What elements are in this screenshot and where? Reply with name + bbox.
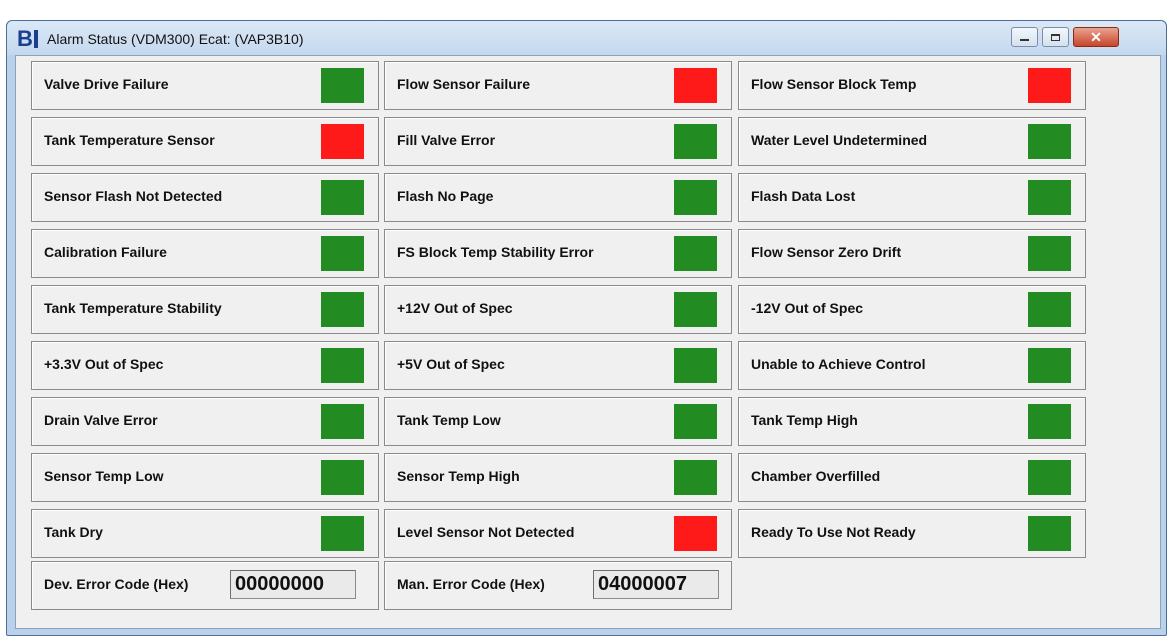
alarm-cell: Flow Sensor Zero Drift <box>738 229 1086 278</box>
alarm-status-indicator <box>321 292 364 327</box>
alarm-cell: Fill Valve Error <box>384 117 732 166</box>
alarm-cell: Unable to Achieve Control <box>738 341 1086 390</box>
alarm-cell: Tank Temperature Stability <box>31 285 379 334</box>
alarm-label: Level Sensor Not Detected <box>397 524 575 540</box>
alarm-status-indicator <box>321 124 364 159</box>
manufacturer-error-code-field[interactable]: 04000007 <box>593 570 719 599</box>
alarm-cell: FS Block Temp Stability Error <box>384 229 732 278</box>
alarm-cell: Calibration Failure <box>31 229 379 278</box>
alarm-status-indicator <box>674 68 717 103</box>
alarm-label: Calibration Failure <box>44 244 167 260</box>
alarm-cell: Level Sensor Not Detected <box>384 509 732 558</box>
alarm-cell: -12V Out of Spec <box>738 285 1086 334</box>
maximize-icon <box>1051 33 1060 41</box>
alarm-cell: Valve Drive Failure <box>31 61 379 110</box>
alarm-cell: +3.3V Out of Spec <box>31 341 379 390</box>
alarm-cell: Flow Sensor Block Temp <box>738 61 1086 110</box>
alarm-label: +5V Out of Spec <box>397 356 505 372</box>
device-error-code-label: Dev. Error Code (Hex) <box>44 576 189 592</box>
alarm-cell: Drain Valve Error <box>31 397 379 446</box>
alarm-status-indicator <box>674 460 717 495</box>
alarm-cell: Sensor Flash Not Detected <box>31 173 379 222</box>
device-error-code-group: Dev. Error Code (Hex) 00000000 <box>31 561 379 610</box>
alarm-cell: Tank Dry <box>31 509 379 558</box>
alarm-cell: Tank Temperature Sensor <box>31 117 379 166</box>
alarm-label: Chamber Overfilled <box>751 468 881 484</box>
alarm-status-indicator <box>321 236 364 271</box>
title-bar[interactable]: B Alarm Status (VDM300) Ecat: (VAP3B10) … <box>7 21 1166 55</box>
alarm-status-indicator <box>674 348 717 383</box>
alarm-status-indicator <box>1028 404 1071 439</box>
alarm-label: Flash No Page <box>397 188 494 204</box>
minimize-icon <box>1020 39 1029 41</box>
alarm-status-indicator <box>321 404 364 439</box>
maximize-button[interactable] <box>1042 27 1069 47</box>
close-button[interactable]: ✕ <box>1073 27 1119 47</box>
alarm-label: Water Level Undetermined <box>751 132 928 148</box>
alarm-panel: Dev. Error Code (Hex) 00000000 Man. Erro… <box>15 55 1161 629</box>
alarm-cell: Water Level Undetermined <box>738 117 1086 166</box>
alarm-label: Flash Data Lost <box>751 188 856 204</box>
alarm-label: Flow Sensor Failure <box>397 76 531 92</box>
manufacturer-error-code-label: Man. Error Code (Hex) <box>397 576 545 592</box>
alarm-label: Sensor Flash Not Detected <box>44 188 223 204</box>
alarm-cell: Ready To Use Not Ready <box>738 509 1086 558</box>
alarm-label: Flow Sensor Block Temp <box>751 76 917 92</box>
alarm-status-indicator <box>674 292 717 327</box>
alarm-cell: +5V Out of Spec <box>384 341 732 390</box>
alarm-label: Tank Temperature Stability <box>44 300 222 316</box>
alarm-status-indicator <box>1028 236 1071 271</box>
alarm-status-indicator <box>1028 516 1071 551</box>
alarm-label: Drain Valve Error <box>44 412 158 428</box>
alarm-status-indicator <box>674 404 717 439</box>
alarm-status-indicator <box>1028 180 1071 215</box>
alarm-cell: Flow Sensor Failure <box>384 61 732 110</box>
alarm-label: +3.3V Out of Spec <box>44 356 164 372</box>
alarm-status-indicator <box>321 516 364 551</box>
alarm-status-indicator <box>674 180 717 215</box>
alarm-label: Tank Temp High <box>751 412 858 428</box>
alarm-label: +12V Out of Spec <box>397 300 513 316</box>
alarm-cell: Chamber Overfilled <box>738 453 1086 502</box>
alarm-status-indicator <box>1028 124 1071 159</box>
alarm-cell: +12V Out of Spec <box>384 285 732 334</box>
alarm-cell: Tank Temp Low <box>384 397 732 446</box>
alarm-status-indicator <box>1028 68 1071 103</box>
alarm-label: -12V Out of Spec <box>751 300 864 316</box>
alarm-status-indicator <box>321 68 364 103</box>
device-error-code-field[interactable]: 00000000 <box>230 570 356 599</box>
alarm-status-indicator <box>321 348 364 383</box>
alarm-status-indicator <box>1028 460 1071 495</box>
alarm-status-indicator <box>321 460 364 495</box>
alarm-cell: Tank Temp High <box>738 397 1086 446</box>
alarm-label: Ready To Use Not Ready <box>751 524 916 540</box>
window-title: Alarm Status (VDM300) Ecat: (VAP3B10) <box>47 31 304 47</box>
alarm-label: Sensor Temp Low <box>44 468 164 484</box>
alarm-status-indicator <box>674 516 717 551</box>
alarm-label: Tank Dry <box>44 524 103 540</box>
alarm-cell: Flash No Page <box>384 173 732 222</box>
alarm-status-indicator <box>1028 292 1071 327</box>
close-icon: ✕ <box>1090 28 1102 45</box>
alarm-label: Valve Drive Failure <box>44 76 169 92</box>
alarm-cell: Sensor Temp High <box>384 453 732 502</box>
manufacturer-error-code-group: Man. Error Code (Hex) 04000007 <box>384 561 732 610</box>
alarm-label: Sensor Temp High <box>397 468 520 484</box>
alarm-status-indicator <box>674 236 717 271</box>
alarm-cell: Sensor Temp Low <box>31 453 379 502</box>
app-logo-icon: B <box>17 26 38 51</box>
alarm-status-indicator <box>1028 348 1071 383</box>
alarm-label: Unable to Achieve Control <box>751 356 926 372</box>
alarm-status-window: B Alarm Status (VDM300) Ecat: (VAP3B10) … <box>6 20 1167 636</box>
alarm-label: Tank Temperature Sensor <box>44 132 215 148</box>
alarm-label: Flow Sensor Zero Drift <box>751 244 902 260</box>
alarm-label: Tank Temp Low <box>397 412 501 428</box>
alarm-status-indicator <box>321 180 364 215</box>
minimize-button[interactable] <box>1011 27 1038 47</box>
alarm-label: Fill Valve Error <box>397 132 496 148</box>
alarm-label: FS Block Temp Stability Error <box>397 244 594 260</box>
alarm-cell: Flash Data Lost <box>738 173 1086 222</box>
alarm-status-indicator <box>674 124 717 159</box>
